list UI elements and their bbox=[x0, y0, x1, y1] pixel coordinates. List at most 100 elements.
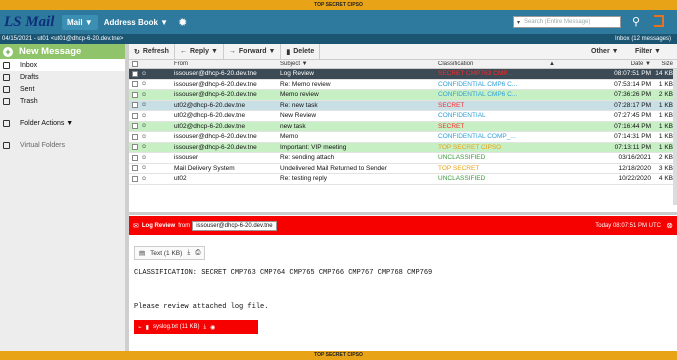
message-row[interactable]: ☺ Mail Delivery System Undelivered Mail Re… bbox=[129, 163, 677, 174]
sidebar-item-label: Drafts bbox=[20, 73, 39, 81]
attachment-chip[interactable]: ⌁ ▮ syslog.txt (11 KB) ⤓ ◉ bbox=[134, 320, 258, 334]
sidebar-item-sent[interactable]: Sent bbox=[0, 83, 125, 95]
sender-icon: ☺ bbox=[141, 175, 148, 182]
message-row[interactable]: ☺ ut02@dhcp-6-20.dev.tne Re: new task SECRE… bbox=[129, 100, 677, 111]
message-classification: TOP SECRET bbox=[438, 164, 480, 172]
sender-icon: ☺ bbox=[141, 70, 148, 77]
message-subject: Important: VIP meeting bbox=[280, 143, 347, 151]
delete-label: Delete bbox=[293, 48, 315, 55]
text-part-chip[interactable]: ▤ Text (1 KB) ⤓ ⎙ bbox=[134, 246, 206, 260]
collapse-icon[interactable]: ⊗ bbox=[666, 221, 673, 230]
message-classification: CONFIDENTIAL CMP6 C... bbox=[438, 80, 518, 88]
search-scope-dropdown-icon[interactable]: ▾ bbox=[517, 19, 520, 26]
address-book-menu[interactable]: Address Book ▼ bbox=[104, 18, 168, 27]
row-checkbox[interactable] bbox=[132, 165, 138, 172]
message-row[interactable]: ☺ issouser@dhcp-6-20.dev.tne Memo review CO… bbox=[129, 90, 677, 101]
download-icon[interactable]: ⤓ bbox=[204, 324, 207, 331]
delete-button[interactable]: ▮ Delete bbox=[281, 43, 321, 60]
message-classification: SECRET bbox=[438, 101, 465, 109]
message-classification: UNCLASSIFIED bbox=[438, 154, 486, 162]
logout-icon[interactable] bbox=[654, 15, 664, 27]
folder-actions-menu[interactable]: Folder Actions ▼ bbox=[0, 117, 125, 129]
classification-line: CLASSIFICATION: SECRET CMP763 CMP764 CMP… bbox=[134, 269, 433, 277]
message-subject: Re: sending attach bbox=[280, 154, 335, 162]
other-label: Other ▼ bbox=[591, 48, 619, 55]
virtual-folders-item[interactable]: Virtual Folders bbox=[0, 139, 125, 151]
message-subject: Re: new task bbox=[280, 101, 318, 109]
reading-from-address[interactable]: issouser@dhcp-6-20.dev.tne bbox=[192, 220, 277, 231]
message-row[interactable]: ☺ issouser@dhcp-6-20.dev.tne Memo CONFIDENT… bbox=[129, 132, 677, 143]
message-from: Mail Delivery System bbox=[174, 164, 235, 172]
search-input[interactable]: ▾ Search (Entire Message) bbox=[513, 16, 621, 28]
sidebar-item-trash[interactable]: Trash bbox=[0, 95, 125, 107]
message-row[interactable]: ☺ issouser Re: sending attach UNCLASSIFIED 0… bbox=[129, 153, 677, 164]
message-date: 07:53:14 PM bbox=[614, 80, 651, 88]
message-date: 08:07:51 PM bbox=[614, 70, 651, 78]
sidebar-item-drafts[interactable]: Drafts bbox=[0, 71, 125, 83]
message-row[interactable]: ☺ issouser@dhcp-6-20.dev.tne Important: VI… bbox=[129, 142, 677, 153]
message-row[interactable]: ☺ ut02@dhcp-6-20.dev.tne new task SECRET 07:… bbox=[129, 121, 677, 132]
forward-button[interactable]: → Forward ▼ bbox=[224, 43, 282, 60]
row-checkbox[interactable] bbox=[132, 112, 138, 119]
column-subject[interactable]: Subject ▼ bbox=[280, 61, 308, 67]
print-icon[interactable]: ⎙ bbox=[195, 249, 200, 257]
search-icon[interactable]: ⚲ bbox=[632, 15, 640, 28]
message-row[interactable]: ☺ ut02 Re: testing reply UNCLASSIFIED 10/22/… bbox=[129, 174, 677, 185]
row-checkbox[interactable] bbox=[132, 70, 138, 77]
message-date: 07:36:26 PM bbox=[614, 91, 651, 99]
message-from: ut02@dhcp-6-20.dev.tne bbox=[174, 122, 246, 130]
row-checkbox[interactable] bbox=[132, 81, 138, 88]
row-checkbox[interactable] bbox=[132, 102, 138, 109]
row-checkbox[interactable] bbox=[132, 133, 138, 140]
other-menu[interactable]: Other ▼ bbox=[591, 44, 619, 60]
envelope-icon: ✉ bbox=[133, 222, 139, 230]
row-checkbox[interactable] bbox=[132, 154, 138, 161]
message-date: 10/22/2020 bbox=[618, 175, 651, 183]
column-size[interactable]: Size bbox=[651, 61, 673, 67]
inbox-icon bbox=[3, 61, 10, 69]
column-classification[interactable]: Classification bbox=[438, 61, 473, 67]
filter-label: Filter ▼ bbox=[635, 48, 661, 55]
sidebar: + New Message Inbox Drafts Sent Trash Fo… bbox=[0, 44, 125, 351]
message-date: 07:27:45 PM bbox=[614, 112, 651, 120]
sidebar-item-inbox[interactable]: Inbox bbox=[0, 59, 125, 71]
sort-up-arrow-icon[interactable]: ▲ bbox=[549, 61, 555, 67]
column-date[interactable]: Date ▼ bbox=[577, 61, 651, 67]
message-row[interactable]: ☺ issouser@dhcp-6-20.dev.tne Re: Memo revi… bbox=[129, 79, 677, 90]
user-status-bar: 04/15/2021 - ut01 <ut01@dhcp-6-20.dev.tn… bbox=[0, 34, 677, 44]
mail-menu[interactable]: Mail ▼ bbox=[62, 14, 98, 30]
message-list-scrollbar[interactable] bbox=[673, 69, 677, 205]
gear-icon[interactable]: ✹ bbox=[178, 16, 187, 29]
reply-button[interactable]: ← Reply ▼ bbox=[175, 43, 224, 60]
column-from[interactable]: From bbox=[174, 61, 188, 67]
message-size: 1 KB bbox=[658, 101, 673, 109]
forward-icon: → bbox=[228, 48, 236, 55]
message-row[interactable]: ☺ issouser@dhcp-6-20.dev.tne Log Review SEC… bbox=[129, 69, 677, 80]
new-message-button[interactable]: + New Message bbox=[0, 44, 125, 59]
message-from: ut02@dhcp-6-20.dev.tne bbox=[174, 101, 246, 109]
sender-icon: ☺ bbox=[141, 165, 148, 172]
select-all-checkbox[interactable] bbox=[132, 61, 138, 67]
message-date: 07:16:44 PM bbox=[614, 122, 651, 130]
row-checkbox[interactable] bbox=[132, 144, 138, 151]
text-part-label: Text (1 KB) bbox=[150, 249, 183, 257]
reading-date: Today 08:07:51 PM UTC bbox=[595, 222, 661, 229]
message-row[interactable]: ☺ ut02@dhcp-6-20.dev.tne New Review CONFIDE… bbox=[129, 111, 677, 122]
app-logo: LS Mail bbox=[4, 13, 55, 30]
filter-menu[interactable]: Filter ▼ bbox=[635, 44, 661, 60]
trash-icon bbox=[3, 97, 10, 105]
download-icon[interactable]: ⤓ bbox=[187, 249, 190, 257]
sender-icon: ☺ bbox=[141, 81, 148, 88]
view-icon[interactable]: ◉ bbox=[210, 324, 215, 331]
message-subject: Re: Memo review bbox=[280, 80, 331, 88]
virtual-folder-icon bbox=[3, 141, 10, 149]
mail-menu-label: Mail ▼ bbox=[67, 17, 93, 27]
refresh-button[interactable]: ↻ Refresh bbox=[129, 43, 175, 60]
row-checkbox[interactable] bbox=[132, 175, 138, 182]
row-checkbox[interactable] bbox=[132, 123, 138, 130]
message-classification: TOP SECRET CIPSO bbox=[438, 143, 502, 151]
file-icon: ▮ bbox=[145, 324, 149, 331]
row-checkbox[interactable] bbox=[132, 91, 138, 98]
sidebar-item-label: Sent bbox=[20, 85, 35, 93]
reading-pane-splitter[interactable] bbox=[129, 212, 677, 215]
